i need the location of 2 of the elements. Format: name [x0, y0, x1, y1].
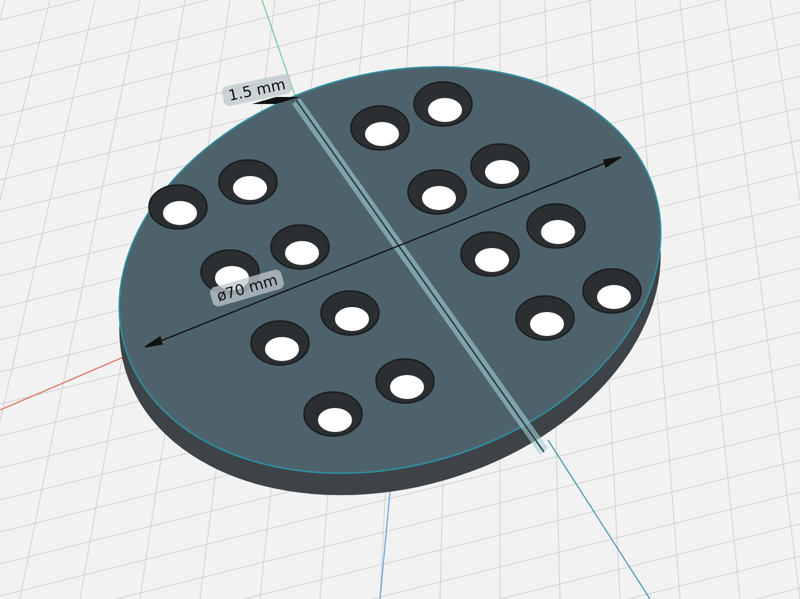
cad-viewport[interactable]: 1.5 mm ø70 mm [0, 0, 800, 599]
thickness-arrow [252, 97, 300, 104]
